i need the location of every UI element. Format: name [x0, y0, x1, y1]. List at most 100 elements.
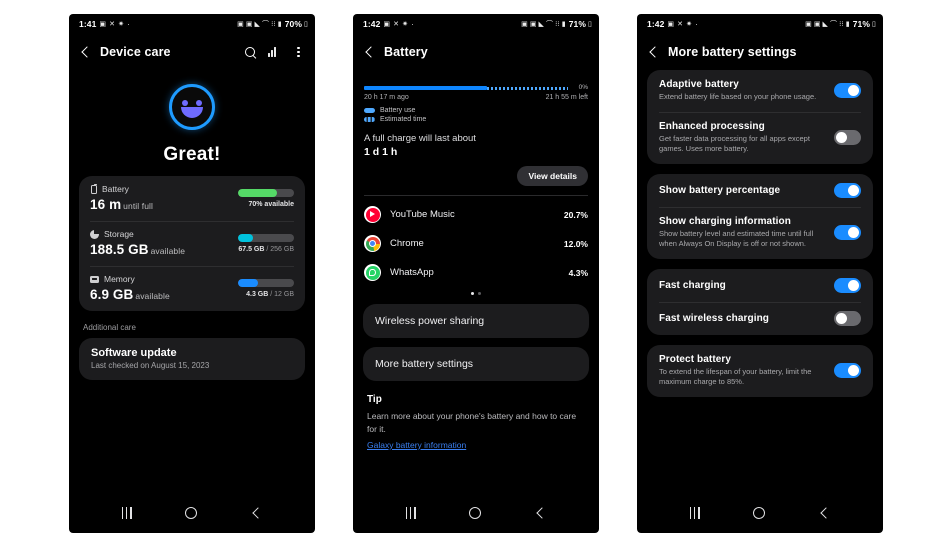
back-button-icon[interactable] [818, 507, 830, 519]
wireless-power-sharing-row[interactable]: Wireless power sharing [363, 304, 589, 339]
metric-battery[interactable]: Battery 16 m until full 70% available [79, 176, 305, 221]
home-button-icon[interactable] [468, 506, 482, 520]
battery-percent-label: 71% [852, 19, 871, 29]
galaxy-battery-information-link[interactable]: Galaxy battery information [367, 440, 466, 450]
memory-icon [90, 276, 99, 283]
battery-icon: ▯ [872, 20, 876, 28]
show-charging-information-row[interactable]: Show charging information Show battery l… [647, 206, 873, 259]
back-chevron-icon[interactable] [79, 46, 91, 58]
software-update-title: Software update [91, 347, 177, 359]
full-charge-estimate: A full charge will last about 1 d 1 h [364, 133, 588, 158]
back-button-icon[interactable] [534, 507, 546, 519]
fast-charging-toggle[interactable] [834, 277, 861, 293]
screenshot-stage: 1:41 ▣ ✕ ✷ · ▣ ▣ ◣ ⌒ ⁝⁝ ▮ 70% ▯ Device c… [0, 0, 950, 550]
show-battery-percentage-toggle[interactable] [834, 182, 861, 198]
metric-progress-bar [238, 233, 294, 242]
settings-icon: ✷ [402, 20, 409, 28]
protect-battery-row[interactable]: Protect battery To extend the lifespan o… [647, 345, 873, 397]
show-battery-percentage-row[interactable]: Show battery percentage [647, 174, 873, 207]
setting-title: Protect battery [659, 353, 732, 365]
legend-label: Estimated time [380, 116, 427, 123]
metric-label: Storage [104, 229, 134, 239]
recents-button-icon[interactable] [689, 507, 700, 519]
list-item[interactable]: Chrome 12.0% [364, 229, 588, 258]
home-button-icon[interactable] [752, 506, 766, 520]
page-dot[interactable] [478, 292, 482, 296]
page-dot-active[interactable] [470, 292, 474, 296]
signal-icon: ▮ [277, 20, 282, 28]
back-button-icon[interactable] [250, 507, 262, 519]
metric-label: Memory [104, 274, 135, 284]
software-update-item[interactable]: Software update Last checked on August 1… [79, 338, 305, 380]
status-bar-right: ▣ ▣ ◣ ⌒ ⁝⁝ ▮ 71% ▯ [805, 19, 876, 29]
metric-storage[interactable]: Storage 188.5 GB available 67.5 GB / 256 … [79, 221, 305, 266]
back-chevron-icon[interactable] [363, 46, 375, 58]
phone-more-battery-settings: 1:42 ▣ ✕ ✷ · ▣ ▣ ◣ ⌒ ⁝⁝ ▮ 71% ▯ More bat… [637, 14, 883, 533]
chart-plot-area: 0% [364, 84, 588, 93]
bars-chart-icon[interactable] [268, 46, 281, 59]
status-bar-left: 1:41 ▣ ✕ ✷ · [79, 19, 130, 29]
robot-mouth [181, 107, 203, 118]
metric-caption: 4.3 GB / 12 GB [246, 290, 294, 298]
enhanced-processing-row[interactable]: Enhanced processing Get faster data proc… [647, 111, 873, 164]
show-charging-information-toggle[interactable] [834, 225, 861, 240]
setting-title: Fast charging [659, 279, 726, 291]
mute-icon: ◣ [254, 20, 261, 28]
fast-wireless-charging-toggle[interactable] [834, 310, 861, 326]
list-item[interactable]: YouTube Music 20.7% [364, 200, 588, 229]
fast-wireless-charging-row[interactable]: Fast wireless charging [647, 301, 873, 335]
metric-memory[interactable]: Memory 6.9 GB available 4.3 GB / 12 GB [79, 266, 305, 311]
settings-icon: ✷ [118, 20, 125, 28]
page-title: Battery [384, 45, 428, 59]
battery-icon [91, 183, 97, 194]
full-charge-caption: A full charge will last about [364, 133, 476, 144]
more-battery-settings-row[interactable]: More battery settings [363, 347, 589, 382]
battery-icon: ▯ [304, 20, 308, 28]
group-display: Show battery percentage Show charging in… [647, 173, 873, 259]
group-protect: Protect battery To extend the lifespan o… [647, 344, 873, 397]
enhanced-processing-toggle[interactable] [834, 130, 861, 145]
adaptive-battery-toggle[interactable] [834, 83, 861, 99]
app-percent: 20.7% [563, 209, 588, 220]
list-item[interactable]: WhatsApp 4.3% [364, 258, 588, 287]
wifi-icon: ⌒ [546, 20, 554, 28]
fast-charging-row[interactable]: Fast charging [647, 269, 873, 302]
pagination-dots[interactable] [353, 287, 599, 304]
search-icon[interactable] [244, 46, 257, 59]
setting-title: Enhanced processing [659, 120, 765, 132]
back-chevron-icon[interactable] [647, 46, 659, 58]
adaptive-battery-row[interactable]: Adaptive battery Extend battery life bas… [647, 70, 873, 112]
full-charge-duration: 1 d 1 h [364, 146, 398, 158]
signal-icon: ▮ [561, 20, 566, 28]
app-name: WhatsApp [390, 267, 434, 278]
protect-battery-toggle[interactable] [834, 363, 861, 378]
chart-legend: Battery use Estimated time [364, 107, 588, 123]
app-percent: 12.0% [563, 238, 588, 249]
signal-icon: ▮ [845, 20, 850, 28]
overflow-menu-icon[interactable] [292, 46, 305, 59]
chart-left-label: 20 h 17 m ago [364, 94, 409, 101]
view-details-button[interactable]: View details [517, 166, 588, 186]
status-time: 1:41 [79, 19, 97, 29]
group-battery-optimization: Adaptive battery Extend battery life bas… [647, 70, 873, 164]
battery-icon: ▯ [588, 20, 592, 28]
network-icon: ⁝⁝ [555, 20, 560, 28]
alarm-icon: ▣ [237, 20, 244, 28]
recents-button-icon[interactable] [121, 507, 132, 519]
metric-value: 188.5 GB available [90, 242, 186, 257]
additional-care-label: Additional care [83, 323, 136, 332]
metric-progress-bar [238, 278, 294, 287]
home-button-icon[interactable] [184, 506, 198, 520]
setting-description: To extend the lifespan of your battery, … [659, 366, 812, 387]
recents-button-icon[interactable] [405, 507, 416, 519]
screenshot-icon: ▣ [99, 20, 107, 28]
view-details-row: View details [364, 166, 588, 186]
status-bar: 1:42 ▣ ✕ ✷ · ▣ ▣ ◣ ⌒ ⁝⁝ ▮ 71% ▯ [353, 14, 599, 34]
group-charging: Fast charging Fast wireless charging [647, 268, 873, 335]
navigation-bar [69, 493, 315, 533]
alarm-icon: ▣ [805, 20, 812, 28]
chart-axis-percent: 0% [578, 84, 588, 91]
legend-label: Battery use [380, 107, 416, 114]
dot-icon: · [695, 19, 698, 29]
battery-use-line [364, 86, 488, 90]
